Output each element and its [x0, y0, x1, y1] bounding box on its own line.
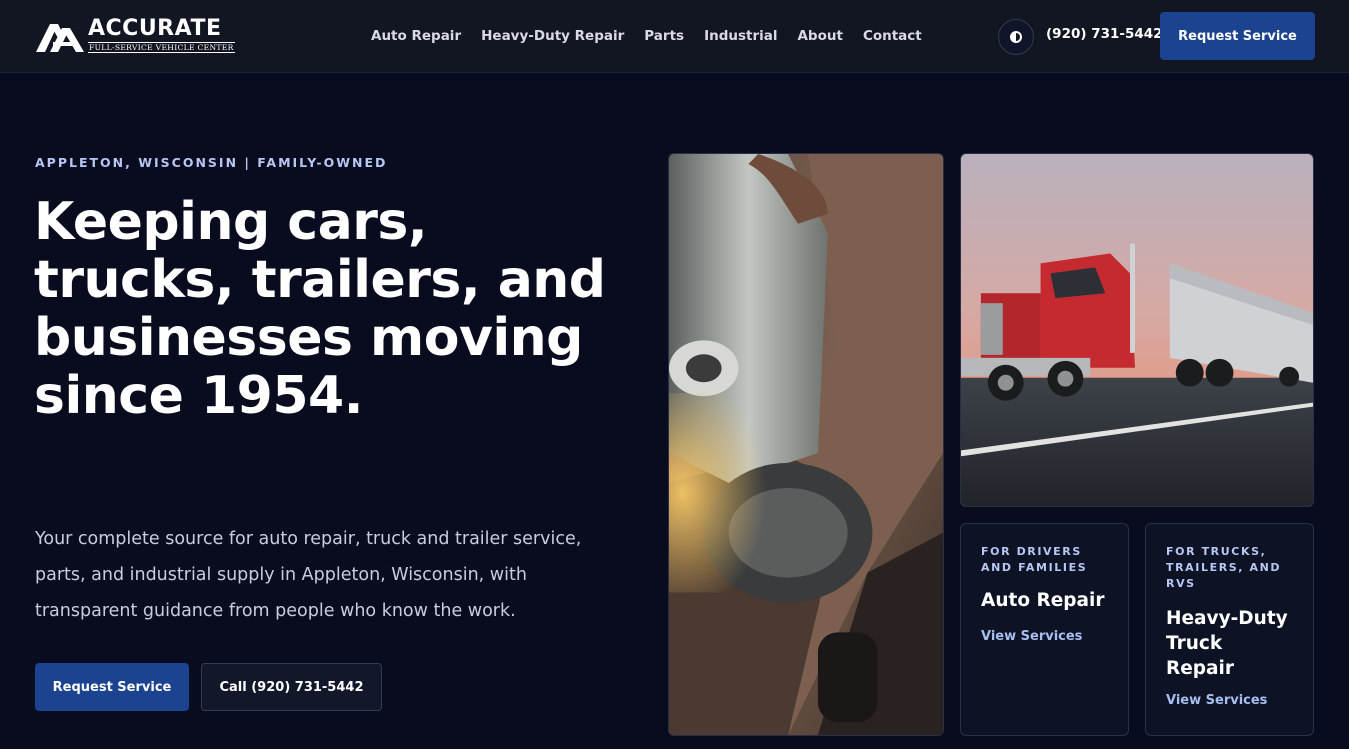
main-nav: Auto Repair Heavy-Duty Repair Parts Indu…	[371, 0, 942, 72]
theme-toggle-button[interactable]	[998, 19, 1034, 55]
heavy-duty-card-title: Heavy-Duty Truck Repair	[1166, 608, 1288, 679]
header-phone-link[interactable]: (920) 731-5442	[1046, 26, 1163, 42]
hero-call-button[interactable]: Call (920) 731-5442	[201, 663, 382, 711]
heavy-duty-card-eyebrow: FOR TRUCKS, TRAILERS, AND RVS	[1166, 545, 1282, 590]
auto-repair-view-services-link[interactable]: View Services	[981, 629, 1108, 644]
nav-item-contact[interactable]: Contact	[863, 28, 922, 44]
angle-grinder-photo	[668, 153, 944, 736]
aa-monogram-icon	[36, 24, 84, 52]
hero-eyebrow: APPLETON, WISCONSIN | FAMILY-OWNED	[35, 155, 388, 170]
nav-item-heavy-duty-repair[interactable]: Heavy-Duty Repair	[481, 28, 624, 44]
heavy-duty-card[interactable]: FOR TRUCKS, TRAILERS, AND RVS Heavy-Duty…	[1145, 523, 1314, 736]
auto-repair-card-eyebrow: FOR DRIVERS AND FAMILIES	[981, 545, 1088, 574]
nav-item-industrial[interactable]: Industrial	[704, 28, 777, 44]
auto-repair-card[interactable]: FOR DRIVERS AND FAMILIES Auto Repair Vie…	[960, 523, 1129, 736]
site-header: ACCURATE FULL-SERVICE VEHICLE CENTER Aut…	[0, 0, 1349, 73]
nav-item-parts[interactable]: Parts	[644, 28, 684, 44]
hero-request-service-button[interactable]: Request Service	[35, 663, 189, 711]
nav-item-auto-repair[interactable]: Auto Repair	[371, 28, 461, 44]
brand-tagline: FULL-SERVICE VEHICLE CENTER	[88, 42, 235, 53]
contrast-icon	[1010, 31, 1022, 43]
semi-truck-photo	[960, 153, 1314, 507]
auto-repair-card-title: Auto Repair	[981, 590, 1105, 611]
brand-name: ACCURATE	[88, 16, 222, 41]
nav-item-about[interactable]: About	[797, 28, 842, 44]
hero-headline: Keeping cars, trucks, trailers, and busi…	[34, 192, 606, 426]
brand-logo[interactable]: ACCURATE FULL-SERVICE VEHICLE CENTER	[36, 16, 246, 56]
hero-description: Your complete source for auto repair, tr…	[35, 529, 582, 621]
header-request-service-button[interactable]: Request Service	[1160, 12, 1315, 60]
heavy-duty-view-services-link[interactable]: View Services	[1166, 693, 1293, 708]
